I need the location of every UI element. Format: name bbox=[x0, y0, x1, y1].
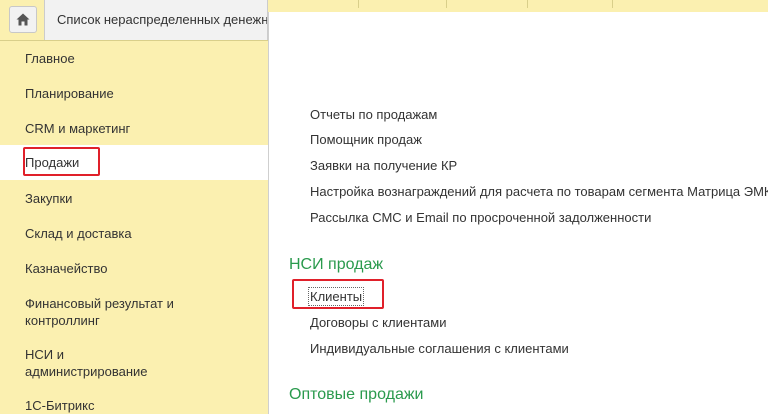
link-sales-assistant[interactable]: Помощник продаж bbox=[310, 132, 422, 148]
link-kp-requests[interactable]: Заявки на получение КР bbox=[310, 158, 457, 174]
link-client-contracts[interactable]: Договоры с клиентами bbox=[310, 315, 446, 331]
topbar-divider bbox=[446, 0, 447, 8]
sidebar-item-label: Продажи bbox=[25, 155, 80, 170]
sidebar-item-label: Финансовый результат и контроллинг bbox=[25, 296, 174, 328]
sidebar-item-financial-result[interactable]: Финансовый результат и контроллинг bbox=[0, 295, 200, 329]
sidebar-item-label: 1С-Битрикс bbox=[25, 398, 95, 413]
group-title-wholesale: Оптовые продажи bbox=[289, 386, 424, 403]
sidebar-item-sales[interactable]: Продажи bbox=[0, 145, 268, 180]
sidebar-item-label: Планирование bbox=[25, 86, 114, 101]
sidebar-item-crm[interactable]: CRM и маркетинг bbox=[0, 120, 268, 137]
link-reward-settings[interactable]: Настройка вознаграждений для расчета по … bbox=[310, 184, 768, 200]
home-icon bbox=[16, 13, 30, 26]
link-sms-email-mailing[interactable]: Рассылка СМС и Email по просроченной зад… bbox=[310, 210, 651, 226]
topbar-divider bbox=[527, 0, 528, 8]
sidebar-item-main[interactable]: Главное bbox=[0, 50, 268, 67]
link-individual-agreements[interactable]: Индивидуальные соглашения с клиентами bbox=[310, 341, 569, 357]
sidebar-item-label: Главное bbox=[25, 51, 75, 66]
sidebar-item-purchases[interactable]: Закупки bbox=[0, 190, 268, 207]
home-button[interactable] bbox=[9, 6, 37, 33]
topbar-divider bbox=[358, 0, 359, 8]
topbar-divider bbox=[612, 0, 613, 8]
tab-open-document[interactable]: Список нераспределенных денежных средств bbox=[44, 0, 268, 40]
sidebar-item-label: Казначейство bbox=[25, 261, 108, 276]
group-title-nsi-sales: НСИ продаж bbox=[289, 256, 384, 273]
sidebar-item-warehouse[interactable]: Склад и доставка bbox=[0, 225, 268, 242]
sidebar-item-label: Склад и доставка bbox=[25, 226, 132, 241]
sections-sidebar: Главное Планирование CRM и маркетинг Про… bbox=[0, 41, 268, 414]
tab-title: Список нераспределенных денежных средств bbox=[57, 12, 268, 27]
link-clients[interactable]: Клиенты bbox=[307, 287, 365, 306]
sidebar-item-planning[interactable]: Планирование bbox=[0, 85, 268, 102]
sidebar-item-nsi-admin[interactable]: НСИ и администрирование bbox=[0, 346, 150, 380]
sidebar-item-label: Закупки bbox=[25, 191, 73, 206]
link-clients-label: Клиенты bbox=[307, 287, 365, 306]
sidebar-item-treasury[interactable]: Казначейство bbox=[0, 260, 268, 277]
sidebar-item-label: НСИ и администрирование bbox=[25, 347, 148, 379]
sidebar-item-label: CRM и маркетинг bbox=[25, 121, 131, 136]
link-sales-reports[interactable]: Отчеты по продажам bbox=[310, 107, 437, 123]
sidebar-item-bitrix[interactable]: 1С-Битрикс bbox=[0, 397, 268, 414]
